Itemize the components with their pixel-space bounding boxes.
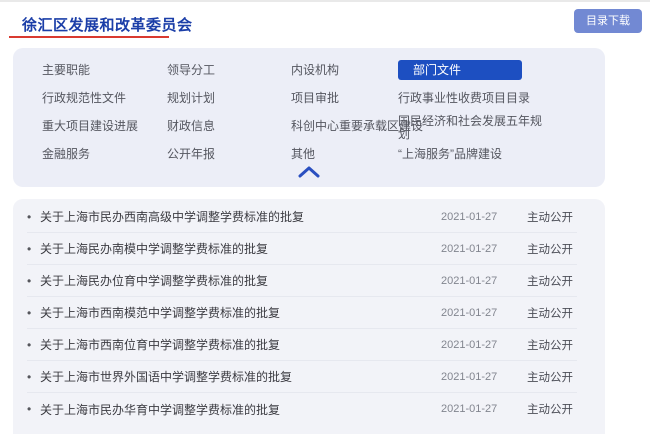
bullet-icon: • [27, 306, 33, 320]
document-title-link[interactable]: 关于上海市西南模范中学调整学费标准的批复 [40, 304, 441, 321]
table-row[interactable]: • 关于上海市西南位育中学调整学费标准的批复 2021-01-27 主动公开 [27, 329, 577, 361]
document-status: 主动公开 [527, 273, 577, 289]
header: 徐汇区发展和改革委员会 目录下载 [0, 2, 650, 48]
document-title-link[interactable]: 关于上海市西南位育中学调整学费标准的批复 [40, 336, 441, 353]
document-title-link[interactable]: 关于上海民办位育中学调整学费标准的批复 [40, 272, 441, 289]
nav-item-fiscal-info[interactable]: 财政信息 [167, 112, 279, 140]
table-row[interactable]: • 关于上海民办位育中学调整学费标准的批复 2021-01-27 主动公开 [27, 265, 577, 297]
nav-column-4: 部门文件 行政事业性收费项目目录 国民经济和社会发展五年规划 “上海服务”品牌建… [398, 56, 563, 168]
document-date: 2021-01-27 [441, 339, 503, 351]
document-status: 主动公开 [527, 369, 577, 385]
nav-item-department-files-active[interactable]: 部门文件 [398, 56, 563, 84]
category-nav-panel: 主要职能 行政规范性文件 重大项目建设进展 金融服务 领导分工 规划计划 财政信… [13, 48, 605, 187]
document-title-link[interactable]: 关于上海市民办西南高级中学调整学费标准的批复 [40, 208, 441, 225]
document-title-link[interactable]: 关于上海市世界外国语中学调整学费标准的批复 [40, 368, 441, 385]
bullet-icon: • [27, 370, 33, 384]
nav-column-1: 主要职能 行政规范性文件 重大项目建设进展 金融服务 [42, 56, 154, 168]
nav-item-financial-services[interactable]: 金融服务 [42, 140, 154, 168]
document-date: 2021-01-27 [441, 371, 503, 383]
table-row[interactable]: • 关于上海民办南模中学调整学费标准的批复 2021-01-27 主动公开 [27, 233, 577, 265]
page: 徐汇区发展和改革委员会 目录下载 主要职能 行政规范性文件 重大项目建设进展 金… [0, 0, 650, 434]
bullet-icon: • [27, 242, 33, 256]
document-date: 2021-01-27 [441, 243, 503, 255]
document-status: 主动公开 [527, 337, 577, 353]
table-row[interactable]: • 关于上海市世界外国语中学调整学费标准的批复 2021-01-27 主动公开 [27, 361, 577, 393]
nav-item-admin-fee-catalog[interactable]: 行政事业性收费项目目录 [398, 84, 563, 112]
document-status: 主动公开 [527, 305, 577, 321]
nav-item-regulatory-docs[interactable]: 行政规范性文件 [42, 84, 154, 112]
directory-download-button[interactable]: 目录下载 [574, 9, 642, 33]
table-row[interactable]: • 关于上海市西南模范中学调整学费标准的批复 2021-01-27 主动公开 [27, 297, 577, 329]
document-status: 主动公开 [527, 209, 577, 225]
document-date: 2021-01-27 [441, 275, 503, 287]
bullet-icon: • [27, 274, 33, 288]
document-list-panel: • 关于上海市民办西南高级中学调整学费标准的批复 2021-01-27 主动公开… [13, 199, 605, 434]
bullet-icon: • [27, 338, 33, 352]
chevron-up-icon [297, 166, 321, 178]
document-title-link[interactable]: 关于上海市民办华育中学调整学费标准的批复 [40, 401, 441, 418]
page-title: 徐汇区发展和改革委员会 [22, 14, 193, 35]
nav-item-major-projects[interactable]: 重大项目建设进展 [42, 112, 154, 140]
document-date: 2021-01-27 [441, 307, 503, 319]
nav-item-annual-report[interactable]: 公开年报 [167, 140, 279, 168]
nav-column-2: 领导分工 规划计划 财政信息 公开年报 [167, 56, 279, 168]
document-date: 2021-01-27 [441, 211, 503, 223]
active-nav-label[interactable]: 部门文件 [398, 60, 522, 80]
nav-item-five-year-plan[interactable]: 国民经济和社会发展五年规划 [398, 112, 543, 140]
table-row[interactable]: • 关于上海市民办西南高级中学调整学费标准的批复 2021-01-27 主动公开 [27, 201, 577, 233]
nav-item-planning[interactable]: 规划计划 [167, 84, 279, 112]
document-status: 主动公开 [527, 401, 577, 417]
document-title-link[interactable]: 关于上海民办南模中学调整学费标准的批复 [40, 240, 441, 257]
document-status: 主动公开 [527, 241, 577, 257]
document-date: 2021-01-27 [441, 403, 503, 415]
table-row[interactable]: • 关于上海市民办华育中学调整学费标准的批复 2021-01-27 主动公开 [27, 393, 577, 425]
bullet-icon: • [27, 210, 33, 224]
title-underline [9, 36, 169, 38]
nav-item-main-duties[interactable]: 主要职能 [42, 56, 154, 84]
nav-item-leadership[interactable]: 领导分工 [167, 56, 279, 84]
nav-item-shanghai-service-brand[interactable]: “上海服务”品牌建设 [398, 140, 563, 168]
bullet-icon: • [27, 402, 33, 416]
collapse-panel-button[interactable] [294, 165, 324, 181]
